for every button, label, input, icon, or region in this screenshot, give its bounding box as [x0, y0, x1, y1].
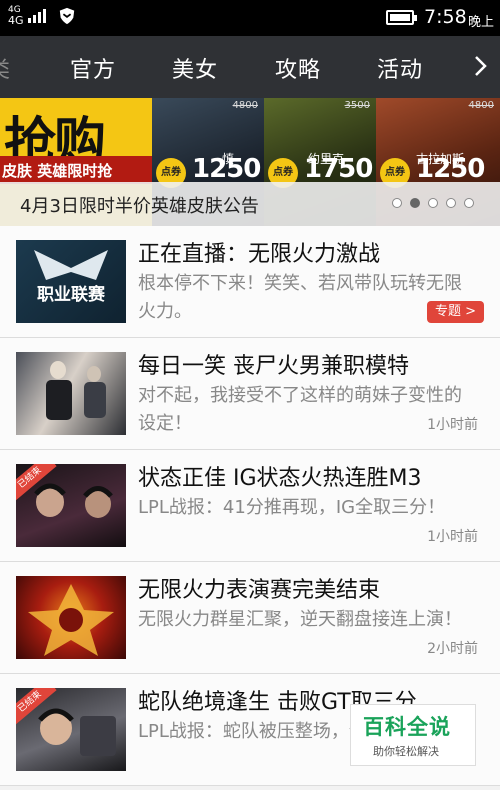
tab-official[interactable]: 官方: [70, 52, 116, 84]
news-title: 状态正佳 IG状态火热连胜M3: [138, 466, 422, 491]
tab-guides[interactable]: 攻略: [275, 52, 321, 84]
watermark-slogan: 助你轻松解决: [373, 745, 439, 758]
clock: 7:58: [424, 6, 467, 28]
news-item[interactable]: 每日一笑 丧尸火男兼职模特 对不起，我接受不了这样的萌妹子变性的设定！ 1小时前: [0, 338, 500, 450]
tab-partial[interactable]: 类: [0, 52, 11, 84]
banner-caption-text: 4月3日限时半价英雄皮肤公告: [20, 196, 259, 217]
news-thumbnail: 职业联赛: [16, 240, 126, 323]
topic-badge[interactable]: 专题 >: [426, 301, 484, 323]
tab-events[interactable]: 活动: [377, 52, 423, 84]
network-indicator: 4G 4G: [8, 5, 24, 27]
watermark-logo: 百科全说 助你轻松解决: [350, 704, 476, 766]
news-time: 1小时前: [427, 529, 478, 545]
carousel-dot[interactable]: [446, 198, 456, 208]
news-time: 2小时前: [427, 641, 478, 657]
promo-subline: 皮肤 英雄限时抢: [2, 162, 113, 180]
battery-icon: [386, 10, 417, 25]
news-item[interactable]: 无限火力表演赛完美结束 无限火力群星汇聚，逆天翻盘接连上演！ 2小时前: [0, 562, 500, 674]
carousel-dot-active[interactable]: [410, 198, 420, 208]
news-title: 正在直播：无限火力激战: [138, 242, 381, 267]
carousel-dot[interactable]: [428, 198, 438, 208]
news-thumbnail: [16, 352, 126, 435]
chevron-right-icon[interactable]: [470, 54, 490, 78]
news-summary: 无限火力群星汇聚，逆天翻盘接连上演！: [138, 609, 462, 630]
news-thumbnail: [16, 576, 126, 659]
news-item[interactable]: 职业联赛 正在直播：无限火力激战 根本停不下来！笑笑、若风带队玩转无限火力。 专…: [0, 226, 500, 338]
status-bar: 4G 4G 7:58 晚上: [0, 0, 500, 36]
carousel-dot[interactable]: [464, 198, 474, 208]
news-time: 1小时前: [427, 417, 478, 433]
signal-icon: [27, 9, 46, 23]
news-thumbnail: 已结束: [16, 688, 126, 771]
news-item[interactable]: 已结束 状态正佳 IG状态火热连胜M3 LPL战报：41分推再现，IG全取三分！…: [0, 450, 500, 562]
news-title: 无限火力表演赛完美结束: [138, 578, 381, 603]
carousel-indicator: [392, 198, 474, 208]
news-title: 每日一笑 丧尸火男兼职模特: [138, 354, 409, 379]
news-thumbnail: 已结束: [16, 464, 126, 547]
news-summary: LPL战报：41分推再现，IG全取三分！: [138, 497, 446, 518]
watermark-brand: 百科全说: [363, 715, 451, 739]
tab-beauty[interactable]: 美女: [172, 52, 218, 84]
shield-icon: [59, 7, 74, 25]
clock-period: 晚上: [468, 15, 495, 30]
category-tabbar: 类 官方 美女 攻略 活动: [0, 36, 500, 98]
carousel-dot[interactable]: [392, 198, 402, 208]
